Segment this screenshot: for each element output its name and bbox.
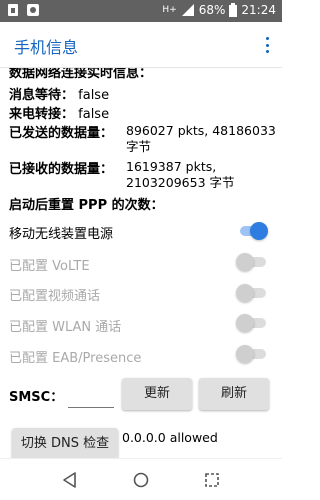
phone-info-content[interactable]: 数据网络连接实时信息： 消息等待： false 来电转接： false 已发送的… [0,68,282,458]
smsc-input[interactable] [68,407,114,408]
partial-header: 数据网络连接实时信息： [9,68,153,81]
status-bar: H+ 68% 21:24 [0,0,282,22]
data-received-label: 已接收的数据量： [9,162,114,177]
app-bar: 手机信息 [0,22,282,68]
signal-icon [181,3,195,17]
navigation-bar [0,458,282,500]
eab-presence-label: 已配置 EAB/Presence [9,351,142,366]
video-call-switch[interactable] [236,284,268,302]
call-forward-row: 来电转接： false [9,103,109,122]
message-waiting-row: 消息等待： false [9,84,109,103]
wlan-call-switch[interactable] [236,314,268,332]
message-waiting-value: false [78,88,110,103]
volte-switch[interactable] [236,253,268,271]
sync-icon [26,3,40,17]
battery-icon [229,3,238,17]
wlan-call-label: 已配置 WLAN 通话 [9,320,122,335]
volte-label: 已配置 VoLTE [9,259,90,274]
back-icon[interactable] [61,471,79,489]
video-call-label: 已配置视频通话 [9,289,101,304]
call-forward-value: false [78,107,110,122]
page-title: 手机信息 [14,38,79,57]
data-sent-value: 896027 pkts, 48186033 字节 [126,123,276,154]
clock: 21:24 [241,3,276,17]
ppp-reset-label: 启动后重置 PPP 的次数： [9,198,164,213]
radio-power-switch[interactable] [236,222,268,240]
home-icon[interactable] [132,471,150,489]
update-button[interactable]: 更新 [122,378,192,410]
data-sent-label: 已发送的数据量： [9,126,114,141]
data-received-value: 1619387 pkts, 2103209653 字节 [126,159,235,190]
eab-presence-switch[interactable] [236,345,268,363]
refresh-button[interactable]: 刷新 [199,378,269,410]
smsc-label: SMSC： [9,390,64,405]
toggle-dns-check-button[interactable]: 切换 DNS 检查 [12,428,118,458]
dns-check-result: 0.0.0.0 allowed [122,430,218,445]
battery-percent: 68% [198,3,226,17]
message-waiting-label: 消息等待： [9,88,75,103]
radio-power-label: 移动无线装置电源 [9,227,114,242]
network-type: H+ [162,5,177,15]
call-forward-label: 来电转接： [9,107,75,122]
recents-icon[interactable] [203,471,221,489]
overflow-menu-icon[interactable] [264,37,270,53]
sim-icon [6,3,20,17]
